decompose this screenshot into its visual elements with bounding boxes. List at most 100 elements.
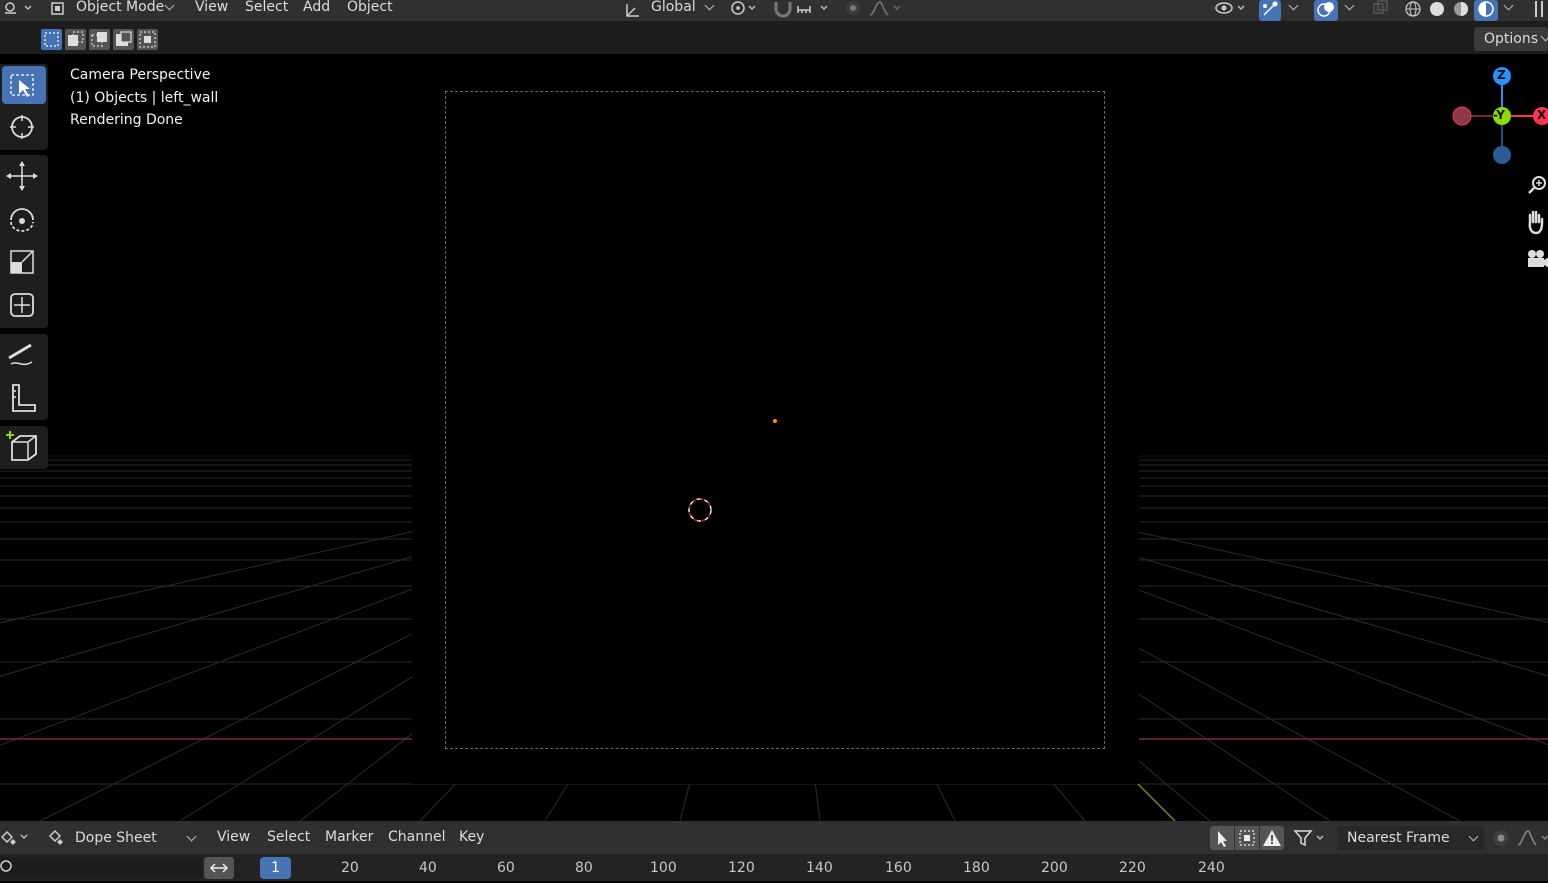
transform-orientation-dropdown[interactable]: Global bbox=[620, 0, 718, 21]
options-label: Options bbox=[1484, 31, 1539, 47]
pivot-point-dropdown[interactable] bbox=[728, 0, 762, 21]
frame-tick: 80 bbox=[575, 860, 593, 876]
snap-increment-icon bbox=[797, 5, 828, 13]
proportional-editing-toggle[interactable] bbox=[842, 0, 864, 21]
add-cube-tool[interactable] bbox=[2, 428, 46, 466]
transform-icon bbox=[10, 293, 34, 317]
timeline-falloff-dropdown[interactable] bbox=[1516, 826, 1548, 850]
select-box-icon bbox=[10, 74, 34, 97]
timeline-menu-marker[interactable]: Marker bbox=[325, 830, 373, 844]
chevron-down-icon bbox=[1540, 31, 1548, 42]
select-mode-new[interactable] bbox=[41, 29, 62, 50]
menu-add[interactable]: Add bbox=[303, 0, 330, 14]
magnet-icon bbox=[774, 2, 792, 18]
gizmo-dropdown[interactable] bbox=[1284, 0, 1302, 21]
timeline-menu-channel[interactable]: Channel bbox=[388, 830, 445, 844]
gizmo-toggle[interactable] bbox=[1259, 0, 1281, 21]
cursor-crosshair-icon bbox=[10, 115, 34, 139]
chevron-down-icon bbox=[186, 831, 197, 842]
viewport-header: Object Mode View Select Add Object Globa… bbox=[0, 0, 1548, 21]
sidebar-toggle[interactable] bbox=[1532, 0, 1548, 21]
cursor-tool[interactable] bbox=[2, 108, 46, 146]
annotate-tool[interactable] bbox=[2, 336, 46, 374]
select-mode-intersect[interactable] bbox=[137, 29, 158, 50]
select-mode-invert[interactable] bbox=[113, 29, 134, 50]
editor-type-button[interactable] bbox=[0, 0, 40, 21]
select-mode-extend[interactable] bbox=[65, 29, 86, 50]
object-mode-icon bbox=[51, 2, 64, 15]
timeline-menu-select[interactable]: Select bbox=[267, 830, 310, 844]
select-mode-subtract[interactable] bbox=[89, 29, 110, 50]
camera-icon bbox=[1528, 250, 1548, 268]
shading-material[interactable] bbox=[1450, 0, 1472, 21]
overlays-toggle[interactable] bbox=[1314, 0, 1338, 21]
xray-toggle[interactable] bbox=[1370, 0, 1392, 21]
mode-dropdown[interactable]: Object Mode bbox=[46, 0, 180, 21]
menu-view[interactable]: View bbox=[195, 0, 228, 14]
zoom-button[interactable] bbox=[1520, 170, 1548, 200]
snap-target-dropdown[interactable] bbox=[796, 0, 834, 21]
eye-selectability-icon bbox=[1215, 2, 1245, 14]
select-box-tool[interactable] bbox=[2, 66, 46, 104]
dope-sheet-mode-dropdown[interactable]: Dope Sheet bbox=[44, 826, 202, 850]
rotate-tool[interactable] bbox=[2, 200, 46, 238]
filters-dropdown[interactable] bbox=[1292, 826, 1332, 850]
options-dropdown[interactable]: Options bbox=[1474, 27, 1548, 51]
frame-tick: 40 bbox=[419, 860, 437, 876]
falloff-dropdown[interactable] bbox=[868, 0, 908, 21]
visibility-dropdown[interactable] bbox=[1213, 0, 1249, 21]
timeline-proportional-toggle[interactable] bbox=[1490, 826, 1512, 850]
proportional-edit-icon bbox=[846, 1, 860, 15]
snap-mode-dropdown[interactable]: Nearest Frame bbox=[1338, 826, 1484, 850]
scale-icon bbox=[10, 250, 34, 274]
show-hidden-toggle[interactable] bbox=[1235, 826, 1259, 850]
swap-channels-button[interactable] bbox=[204, 857, 234, 879]
measure-ruler-icon bbox=[12, 384, 36, 412]
move-tool[interactable] bbox=[2, 157, 46, 195]
shading-wireframe[interactable] bbox=[1402, 0, 1424, 21]
camera-view-button[interactable] bbox=[1520, 245, 1548, 275]
only-errors-toggle[interactable] bbox=[1260, 826, 1284, 850]
measure-tool[interactable] bbox=[2, 379, 46, 417]
3d-viewport[interactable] bbox=[0, 54, 1548, 821]
render-status: Rendering Done bbox=[70, 112, 183, 128]
filter-funnel-icon bbox=[1293, 830, 1324, 847]
object-origin-dot bbox=[773, 419, 777, 423]
snap-toggle[interactable] bbox=[772, 0, 794, 21]
channel-search-input[interactable] bbox=[0, 857, 202, 879]
current-frame-label: 1 bbox=[271, 860, 280, 876]
shading-dropdown[interactable] bbox=[1500, 0, 1518, 21]
overlays-dropdown[interactable] bbox=[1340, 0, 1358, 21]
transform-tool[interactable] bbox=[2, 286, 46, 324]
chevron-down-icon bbox=[1344, 0, 1355, 11]
frame-tick: 220 bbox=[1119, 860, 1146, 876]
chevron-down-icon bbox=[704, 0, 715, 11]
scale-tool[interactable] bbox=[2, 243, 46, 281]
solid-sphere-icon bbox=[1430, 2, 1444, 16]
only-selected-toggle[interactable] bbox=[1210, 826, 1234, 850]
gizmo-z-label: Z bbox=[1497, 68, 1506, 82]
pan-button[interactable] bbox=[1520, 207, 1548, 237]
select-subtract-icon bbox=[91, 32, 107, 47]
cursor-arrow-icon bbox=[1218, 831, 1227, 847]
frame-tick: 120 bbox=[728, 860, 755, 876]
shading-rendered[interactable] bbox=[1474, 0, 1498, 21]
snap-mode-label: Nearest Frame bbox=[1347, 830, 1450, 846]
current-frame-indicator[interactable]: 1 bbox=[260, 857, 291, 879]
orientation-icon bbox=[626, 4, 639, 17]
menu-select[interactable]: Select bbox=[245, 0, 288, 14]
shading-solid[interactable] bbox=[1426, 0, 1448, 21]
menu-object[interactable]: Object bbox=[347, 0, 393, 14]
dope-sheet-mode-label: Dope Sheet bbox=[75, 830, 157, 846]
3d-cursor-icon bbox=[688, 498, 712, 522]
timeline-menu-view[interactable]: View bbox=[217, 830, 250, 844]
timeline-menu-key[interactable]: Key bbox=[459, 830, 484, 844]
move-arrows-icon bbox=[6, 161, 38, 191]
view-name: Camera Perspective bbox=[70, 67, 211, 83]
timeline-editor-type-button[interactable] bbox=[0, 826, 36, 850]
chevron-down-icon bbox=[1503, 0, 1514, 11]
xray-icon bbox=[1373, 0, 1388, 14]
overlays-icon bbox=[1317, 2, 1334, 17]
gizmo-icon bbox=[1263, 1, 1278, 16]
frame-tick: 180 bbox=[963, 860, 990, 876]
